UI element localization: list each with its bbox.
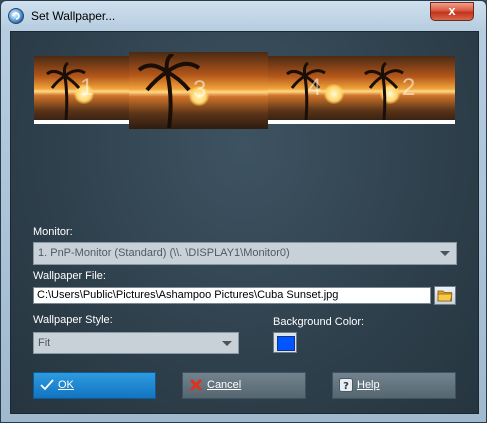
chevron-down-icon[interactable]: [222, 341, 232, 346]
svg-text:?: ?: [343, 381, 349, 392]
cancel-button-label: Cancel: [207, 379, 242, 391]
help-button-label: Help: [357, 379, 380, 391]
wallpaper-style-label: Wallpaper Style:: [33, 314, 113, 326]
help-button[interactable]: ? Help: [332, 372, 456, 399]
preview-underline: [34, 120, 129, 124]
cross-icon: [189, 378, 203, 392]
monitor-label: Monitor:: [33, 226, 73, 238]
background-color-swatch: [277, 336, 295, 351]
wallpaper-file-label: Wallpaper File:: [33, 270, 106, 282]
palm-tree-icon: [364, 62, 404, 121]
monitor-number: 3: [193, 76, 207, 103]
monitor-preview-4[interactable]: 4: [268, 56, 362, 124]
monitor-number: 2: [402, 74, 416, 101]
dialog-window: Set Wallpaper... x 1 3 4 2 Monitor: 1. P…: [0, 0, 487, 423]
app-icon: [8, 8, 24, 24]
close-icon: x: [448, 3, 456, 18]
title-bar[interactable]: Set Wallpaper... x: [1, 1, 486, 31]
monitor-number: 1: [80, 74, 94, 101]
background-color-picker[interactable]: [273, 332, 297, 353]
monitor-preview-3[interactable]: 3: [129, 52, 268, 129]
monitor-preview-1[interactable]: 1: [34, 56, 129, 124]
monitor-number: 4: [308, 74, 322, 101]
wallpaper-style-select[interactable]: Fit: [33, 332, 239, 354]
monitor-preview-2[interactable]: 2: [362, 56, 455, 124]
monitor-preview-strip: 1 3 4 2: [34, 52, 455, 129]
dialog-content: 1 3 4 2 Monitor: 1. PnP-Monitor (Standar…: [10, 31, 479, 414]
background-color-label: Background Color:: [273, 316, 365, 328]
ok-button-label: OK: [58, 379, 74, 391]
ok-button[interactable]: OK: [33, 372, 156, 399]
browse-button[interactable]: [434, 286, 456, 305]
preview-underline: [268, 120, 362, 124]
wallpaper-style-value: Fit: [38, 337, 51, 349]
wallpaper-file-input[interactable]: C:\Users\Public\Pictures\Ashampoo Pictur…: [33, 287, 431, 304]
folder-icon: [437, 290, 453, 302]
preview-underline: [362, 120, 455, 124]
sun-decoration: [324, 84, 344, 104]
chevron-down-icon[interactable]: [440, 251, 450, 256]
window-title: Set Wallpaper...: [31, 9, 116, 23]
help-icon: ?: [339, 378, 353, 392]
monitor-select-value: 1. PnP-Monitor (Standard) (\\. \DISPLAY1…: [38, 247, 290, 259]
monitor-select[interactable]: 1. PnP-Monitor (Standard) (\\. \DISPLAY1…: [33, 242, 457, 265]
palm-tree-icon: [137, 54, 201, 128]
close-button[interactable]: x: [430, 2, 474, 21]
checkmark-icon: [40, 379, 54, 391]
cancel-button[interactable]: Cancel: [182, 372, 306, 399]
